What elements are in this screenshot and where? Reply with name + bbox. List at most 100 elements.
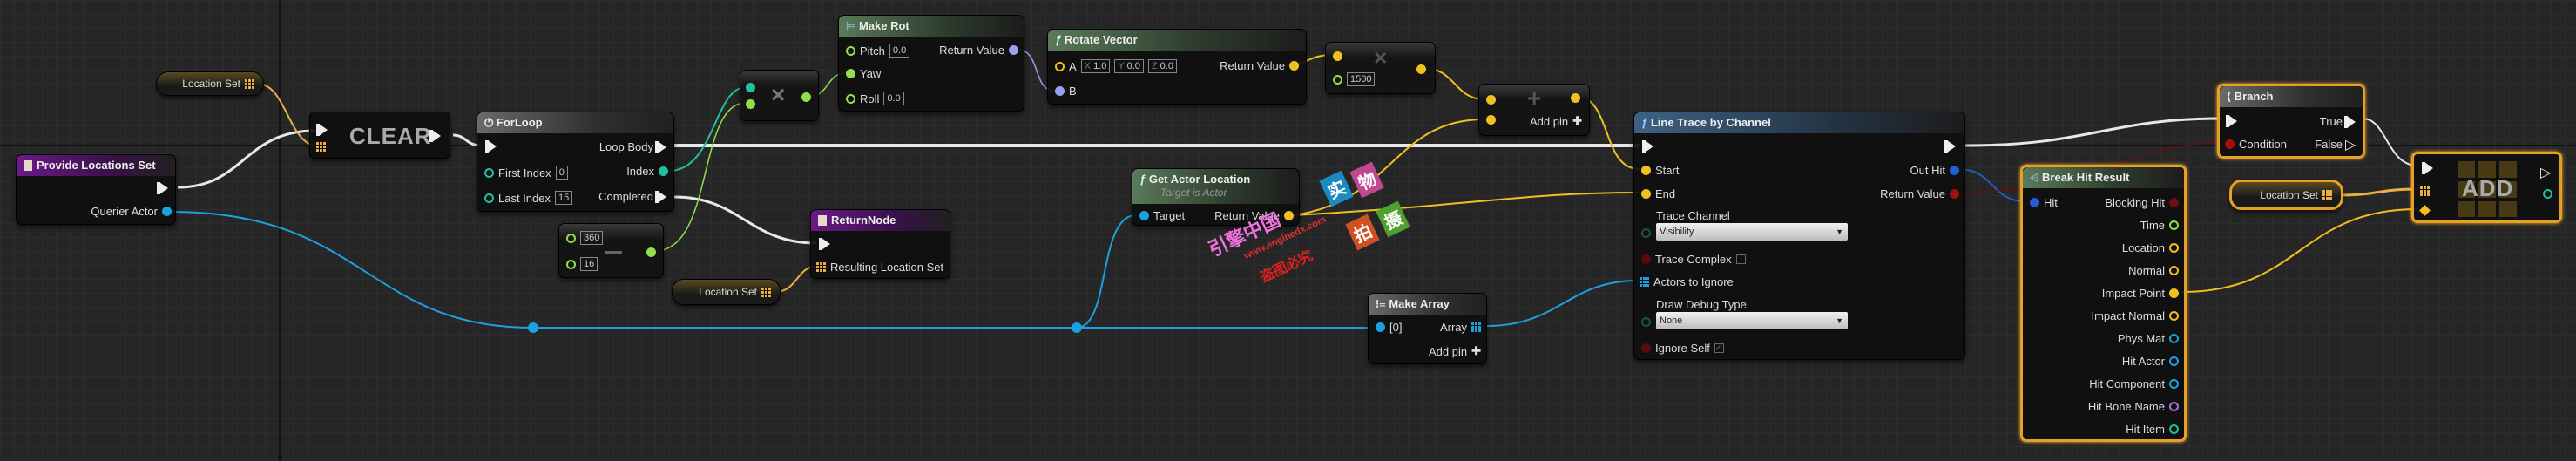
- trace-complex-checkbox[interactable]: [1735, 254, 1746, 264]
- output-pin[interactable]: [2169, 379, 2179, 389]
- output-pin[interactable]: [2169, 220, 2179, 230]
- item-in-pin[interactable]: [2419, 205, 2431, 216]
- output-pin[interactable]: [2169, 334, 2179, 343]
- actors-to-ignore-pin[interactable]: [1640, 277, 1649, 287]
- multiply-node[interactable]: ×: [740, 70, 819, 121]
- float-out-pin[interactable]: [646, 247, 656, 257]
- end-pin[interactable]: [1641, 189, 1651, 199]
- pitch-input[interactable]: 0.0: [889, 44, 910, 58]
- multiply-vector-node[interactable]: 1500 ×: [1325, 42, 1436, 94]
- location-set-variable[interactable]: Location Set: [672, 279, 781, 305]
- completed-pin[interactable]: [655, 190, 666, 203]
- output-pin[interactable]: [2169, 402, 2179, 411]
- resulting-set-pin[interactable]: [816, 262, 826, 272]
- location-set-variable[interactable]: Location Set: [2229, 180, 2343, 210]
- int-in-pin[interactable]: [746, 83, 755, 92]
- rotator-b-pin[interactable]: [1055, 86, 1065, 96]
- location-set-variable[interactable]: Location Set: [156, 71, 264, 96]
- rotate-vector-node[interactable]: ƒ Rotate Vector A X 1.0 Y 0.0 Z 0.0 B Re…: [1047, 29, 1307, 105]
- provide-locations-set-node[interactable]: Provide Locations Set Querier Actor: [16, 154, 176, 225]
- trace-channel-dropdown[interactable]: Visibility: [1656, 223, 1848, 241]
- exec-out-pin[interactable]: [2540, 164, 2551, 181]
- bool-out-pin[interactable]: [2543, 189, 2552, 199]
- vector-out-pin[interactable]: [1416, 64, 1426, 74]
- first-index-input[interactable]: 0: [555, 166, 568, 180]
- branch-node[interactable]: ⟨ Branch Condition True False: [2217, 84, 2365, 159]
- condition-pin[interactable]: [2225, 139, 2235, 149]
- exec-in-pin[interactable]: [819, 238, 830, 250]
- vector-in-pin[interactable]: [1486, 115, 1496, 125]
- element-0-pin[interactable]: [1376, 322, 1385, 332]
- set-icon[interactable]: [2322, 190, 2332, 200]
- vector-in-pin[interactable]: [1333, 51, 1342, 61]
- target-pin[interactable]: [1139, 211, 1149, 220]
- float-out-pin[interactable]: [801, 92, 811, 102]
- float-in-pin[interactable]: [746, 99, 755, 109]
- output-pin[interactable]: [2169, 288, 2179, 298]
- multiplier-input[interactable]: 1500: [1347, 72, 1376, 86]
- add-pin-button[interactable]: Add pin ✚: [1530, 114, 1582, 128]
- start-pin[interactable]: [1641, 166, 1651, 175]
- vector-out-pin[interactable]: [1289, 61, 1299, 71]
- divisor-input[interactable]: 16: [580, 257, 598, 271]
- vector-a-pin[interactable]: [1055, 61, 1065, 71]
- return-value-pin[interactable]: [1950, 189, 1959, 199]
- reroute-node[interactable]: [528, 322, 538, 333]
- querier-actor-pin[interactable]: [162, 207, 172, 216]
- array-out-pin[interactable]: [1471, 322, 1481, 332]
- true-pin[interactable]: [2344, 115, 2356, 128]
- ignore-self-checkbox[interactable]: ✓: [1714, 343, 1724, 353]
- exec-in-pin[interactable]: [485, 140, 497, 153]
- float-in-pin[interactable]: [1333, 74, 1342, 85]
- z-input[interactable]: Z 0.0: [1147, 59, 1177, 73]
- draw-debug-type-dropdown[interactable]: None: [1656, 312, 1848, 329]
- reroute-node[interactable]: [1072, 322, 1082, 333]
- line-trace-by-channel-node[interactable]: ƒ Line Trace by Channel Start End Out Hi…: [1633, 112, 1965, 360]
- float-in-pin[interactable]: [566, 259, 576, 269]
- y-input[interactable]: Y 0.0: [1114, 59, 1144, 73]
- roll-input[interactable]: 0.0: [883, 92, 904, 105]
- ignore-self-pin[interactable]: [1641, 343, 1651, 353]
- exec-out-pin[interactable]: [1944, 140, 1956, 153]
- false-pin[interactable]: [2345, 136, 2356, 153]
- add-vector-node[interactable]: + Add pin ✚: [1478, 84, 1590, 136]
- set-in-pin[interactable]: [316, 142, 326, 152]
- trace-complex-pin[interactable]: [1641, 254, 1651, 264]
- last-index-input[interactable]: 15: [555, 191, 573, 205]
- exec-in-pin[interactable]: [316, 124, 328, 136]
- add-pin-button[interactable]: Add pin ✚: [1429, 344, 1481, 358]
- exec-in-pin[interactable]: [1642, 140, 1653, 153]
- first-index-pin[interactable]: [484, 167, 494, 178]
- dividend-input[interactable]: 360: [580, 231, 604, 245]
- set-icon[interactable]: [761, 287, 771, 297]
- draw-debug-type-pin[interactable]: [1641, 317, 1651, 327]
- index-pin[interactable]: [659, 166, 668, 176]
- trace-channel-pin[interactable]: [1641, 228, 1651, 238]
- out-hit-pin[interactable]: [1950, 166, 1959, 175]
- exec-out-pin[interactable]: [157, 182, 168, 194]
- return-node[interactable]: ReturnNode Resulting Location Set: [810, 209, 950, 279]
- output-pin[interactable]: [2169, 424, 2179, 434]
- rotator-out-pin[interactable]: [1009, 45, 1018, 55]
- clear-node[interactable]: CLEAR: [309, 112, 450, 159]
- forloop-node[interactable]: ⏻ ForLoop First Index 0 Last Index 15 Loop…: [477, 112, 674, 212]
- divide-node[interactable]: 360 16: [558, 223, 664, 278]
- exec-in-pin[interactable]: [2226, 115, 2237, 127]
- output-pin[interactable]: [2169, 243, 2179, 253]
- roll-pin[interactable]: [846, 93, 855, 104]
- output-pin[interactable]: [2169, 266, 2179, 275]
- set-in-pin[interactable]: [2420, 186, 2430, 196]
- vector-in-pin[interactable]: [1486, 95, 1496, 105]
- x-input[interactable]: X 1.0: [1080, 59, 1111, 73]
- exec-in-pin[interactable]: [2422, 162, 2433, 174]
- loop-body-pin[interactable]: [655, 140, 666, 153]
- output-pin[interactable]: [2169, 198, 2179, 207]
- exec-out-pin[interactable]: [429, 130, 441, 142]
- vector-out-pin[interactable]: [1571, 93, 1580, 103]
- yaw-pin[interactable]: [846, 69, 855, 78]
- set-add-node[interactable]: ADD: [2411, 152, 2562, 223]
- output-pin[interactable]: [2169, 311, 2179, 321]
- float-in-pin[interactable]: [566, 233, 576, 243]
- output-pin[interactable]: [2169, 356, 2179, 366]
- break-hit-result-node[interactable]: ⩤ Break Hit Result Hit Blocking Hit Time L…: [2020, 165, 2187, 442]
